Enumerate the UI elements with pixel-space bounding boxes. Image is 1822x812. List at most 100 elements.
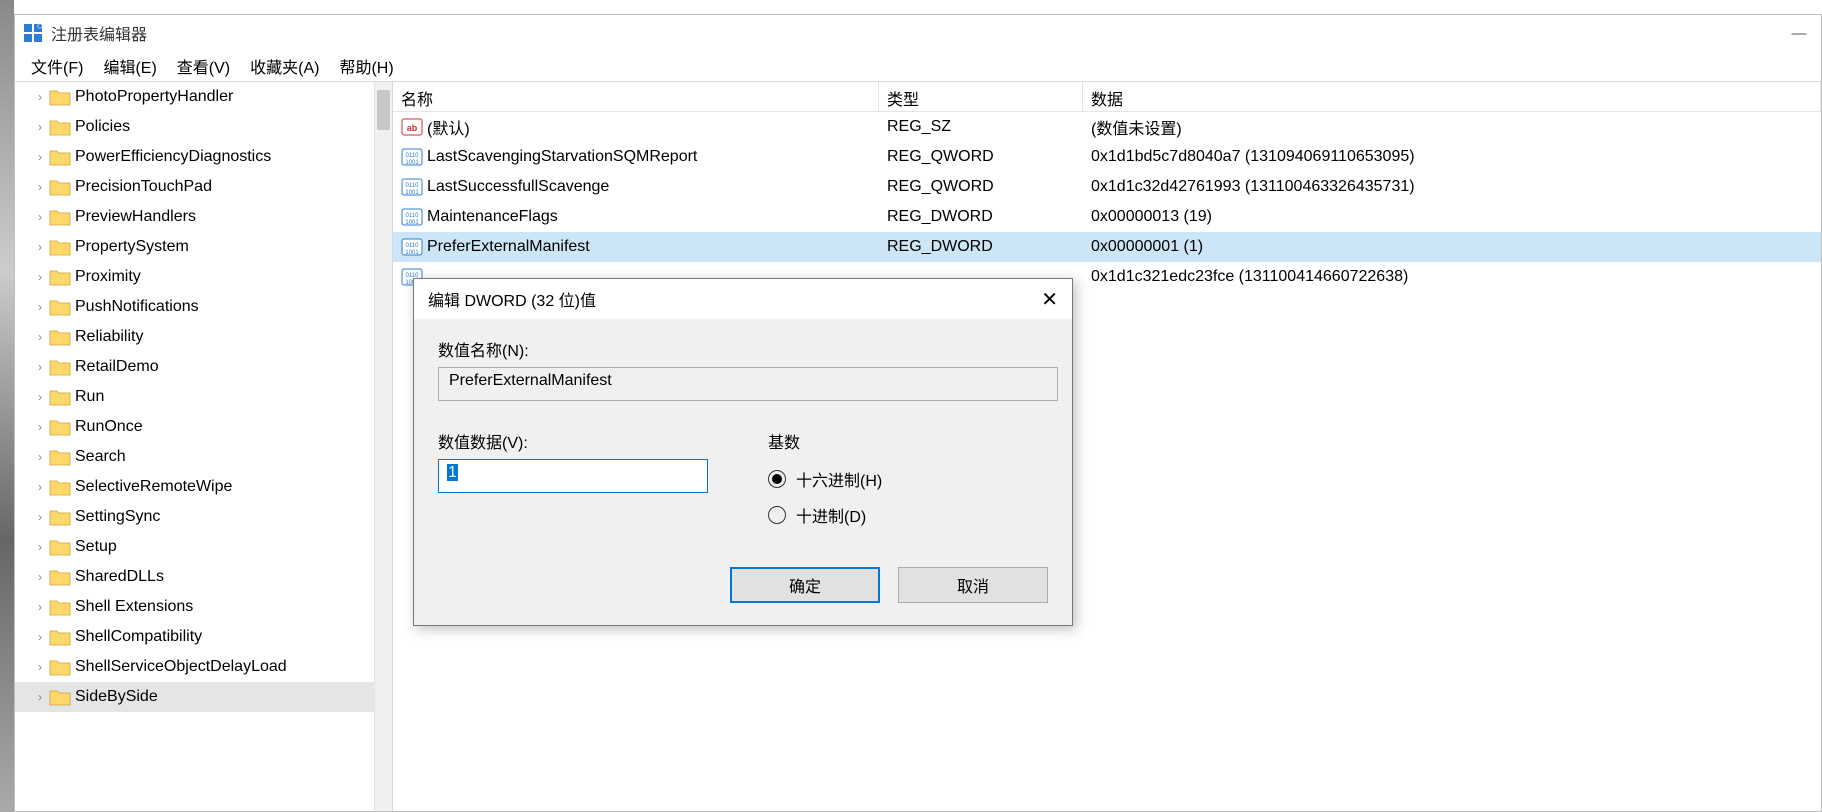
- expand-chevron-icon[interactable]: ›: [33, 180, 47, 194]
- expand-chevron-icon[interactable]: ›: [33, 270, 47, 284]
- expand-chevron-icon[interactable]: ›: [33, 450, 47, 464]
- dialog-body: 数值名称(N): PreferExternalManifest 数值数据(V):…: [414, 319, 1072, 625]
- value-row[interactable]: 01101001LastScavengingStarvationSQMRepor…: [393, 142, 1821, 172]
- tree-item[interactable]: › Reliability: [15, 322, 392, 352]
- value-row[interactable]: ab(默认)REG_SZ(数值未设置): [393, 112, 1821, 142]
- expand-chevron-icon[interactable]: ›: [33, 120, 47, 134]
- column-name[interactable]: 名称: [393, 82, 879, 111]
- values-list[interactable]: ab(默认)REG_SZ(数值未设置)01101001LastScavengin…: [393, 112, 1821, 292]
- folder-icon: [49, 658, 71, 676]
- dialog-close-button[interactable]: ✕: [1041, 287, 1058, 312]
- tree-item[interactable]: ›SharedDLLs: [15, 562, 392, 592]
- expand-chevron-icon[interactable]: ›: [33, 570, 47, 584]
- expand-chevron-icon[interactable]: ›: [33, 630, 47, 644]
- title-bar[interactable]: 注册表编辑器 —: [15, 15, 1821, 51]
- menu-edit[interactable]: 编辑(E): [93, 52, 166, 80]
- menu-file[interactable]: 文件(F): [21, 52, 93, 80]
- tree-item[interactable]: ›Run: [15, 382, 392, 412]
- folder-icon: [49, 358, 71, 376]
- tree-item-label: Reliability: [75, 328, 143, 346]
- values-header[interactable]: 名称 类型 数据: [393, 82, 1821, 112]
- expand-chevron-icon[interactable]: ›: [33, 600, 47, 614]
- value-data: 0x1d1c32d42761993 (131100463326435731): [1083, 178, 1821, 196]
- tree-item-label: SettingSync: [75, 508, 160, 526]
- tree-scrollbar[interactable]: [374, 82, 392, 811]
- radio-hex[interactable]: [768, 470, 786, 488]
- binary-value-icon: 01101001: [401, 177, 423, 197]
- tree-item[interactable]: › Shell Extensions: [15, 592, 392, 622]
- ok-button[interactable]: 确定: [730, 567, 880, 603]
- tree-item-label: Search: [75, 448, 126, 466]
- folder-icon: [49, 238, 71, 256]
- expand-chevron-icon[interactable]: ›: [33, 510, 47, 524]
- tree-item[interactable]: › Policies: [15, 112, 392, 142]
- value-name-label: 数值名称(N):: [438, 337, 1048, 361]
- expand-chevron-icon[interactable]: ›: [33, 390, 47, 404]
- binary-value-icon: 01101001: [401, 207, 423, 227]
- value-row[interactable]: 01101001PreferExternalManifestREG_DWORD0…: [393, 232, 1821, 262]
- value-name-field[interactable]: PreferExternalManifest: [438, 367, 1058, 401]
- tree-item[interactable]: › Search: [15, 442, 392, 472]
- folder-icon: [49, 118, 71, 136]
- menu-help[interactable]: 帮助(H): [329, 52, 403, 80]
- expand-chevron-icon[interactable]: ›: [33, 330, 47, 344]
- menu-favorites[interactable]: 收藏夹(A): [240, 52, 329, 80]
- svg-text:1001: 1001: [405, 190, 419, 196]
- expand-chevron-icon[interactable]: ›: [33, 480, 47, 494]
- tree-item[interactable]: ›RunOnce: [15, 412, 392, 442]
- expand-chevron-icon[interactable]: ›: [33, 150, 47, 164]
- binary-value-icon: 01101001: [401, 237, 423, 257]
- folder-icon: [49, 268, 71, 286]
- expand-chevron-icon[interactable]: ›: [33, 300, 47, 314]
- expand-chevron-icon[interactable]: ›: [33, 360, 47, 374]
- tree-item[interactable]: ›ShellServiceObjectDelayLoad: [15, 652, 392, 682]
- value-name: MaintenanceFlags: [427, 208, 558, 226]
- tree-item[interactable]: ›PropertySystem: [15, 232, 392, 262]
- expand-chevron-icon[interactable]: ›: [33, 540, 47, 554]
- expand-chevron-icon[interactable]: ›: [33, 210, 47, 224]
- folder-icon: [49, 148, 71, 166]
- expand-chevron-icon[interactable]: ›: [33, 690, 47, 704]
- value-data-field[interactable]: 1: [438, 459, 708, 493]
- tree-item[interactable]: › SettingSync: [15, 502, 392, 532]
- cancel-button[interactable]: 取消: [898, 567, 1048, 603]
- tree-item-label: PhotoPropertyHandler: [75, 88, 233, 106]
- expand-chevron-icon[interactable]: ›: [33, 240, 47, 254]
- tree-item[interactable]: ›Proximity: [15, 262, 392, 292]
- tree-list[interactable]: › PhotoPropertyHandler › Policies › PowerEffi…: [15, 82, 392, 811]
- tree-item[interactable]: ›ShellCompatibility: [15, 622, 392, 652]
- tree-item[interactable]: ›PrecisionTouchPad: [15, 172, 392, 202]
- tree-item[interactable]: ›PreviewHandlers: [15, 202, 392, 232]
- tree-item[interactable]: ›SelectiveRemoteWipe: [15, 472, 392, 502]
- tree-item[interactable]: › PhotoPropertyHandler: [15, 82, 392, 112]
- radio-dec-row[interactable]: 十进制(D): [768, 499, 882, 531]
- folder-icon: [49, 448, 71, 466]
- minimize-button[interactable]: —: [1785, 25, 1813, 42]
- radio-dec[interactable]: [768, 506, 786, 524]
- menu-view[interactable]: 查看(V): [167, 52, 240, 80]
- svg-text:0110: 0110: [406, 213, 420, 219]
- tree-item[interactable]: ›PushNotifications: [15, 292, 392, 322]
- tree-item[interactable]: ›RetailDemo: [15, 352, 392, 382]
- expand-chevron-icon[interactable]: ›: [33, 660, 47, 674]
- tree-item[interactable]: › PowerEfficiencyDiagnostics: [15, 142, 392, 172]
- value-row[interactable]: 01101001LastSuccessfullScavengeREG_QWORD…: [393, 172, 1821, 202]
- column-data[interactable]: 数据: [1083, 82, 1821, 111]
- tree-scrollbar-thumb[interactable]: [377, 90, 390, 130]
- dialog-title-bar[interactable]: 编辑 DWORD (32 位)值 ✕: [414, 279, 1072, 319]
- tree-item-label: Shell Extensions: [75, 598, 193, 616]
- value-data: (数值未设置): [1083, 115, 1821, 139]
- column-type[interactable]: 类型: [879, 82, 1083, 111]
- menu-bar: 文件(F) 编辑(E) 查看(V) 收藏夹(A) 帮助(H): [15, 51, 1821, 81]
- tree-item[interactable]: ›Setup: [15, 532, 392, 562]
- window-buttons: —: [1785, 25, 1813, 42]
- expand-chevron-icon[interactable]: ›: [33, 420, 47, 434]
- radio-hex-label: 十六进制(H): [796, 467, 882, 491]
- tree-item-label: Policies: [75, 118, 130, 136]
- expand-chevron-icon[interactable]: ›: [33, 90, 47, 104]
- value-row[interactable]: 01101001MaintenanceFlagsREG_DWORD0x00000…: [393, 202, 1821, 232]
- tree-item-label: PowerEfficiencyDiagnostics: [75, 148, 271, 166]
- folder-icon: [49, 688, 71, 706]
- radio-hex-row[interactable]: 十六进制(H): [768, 463, 882, 495]
- tree-item[interactable]: ›SideBySide: [15, 682, 392, 712]
